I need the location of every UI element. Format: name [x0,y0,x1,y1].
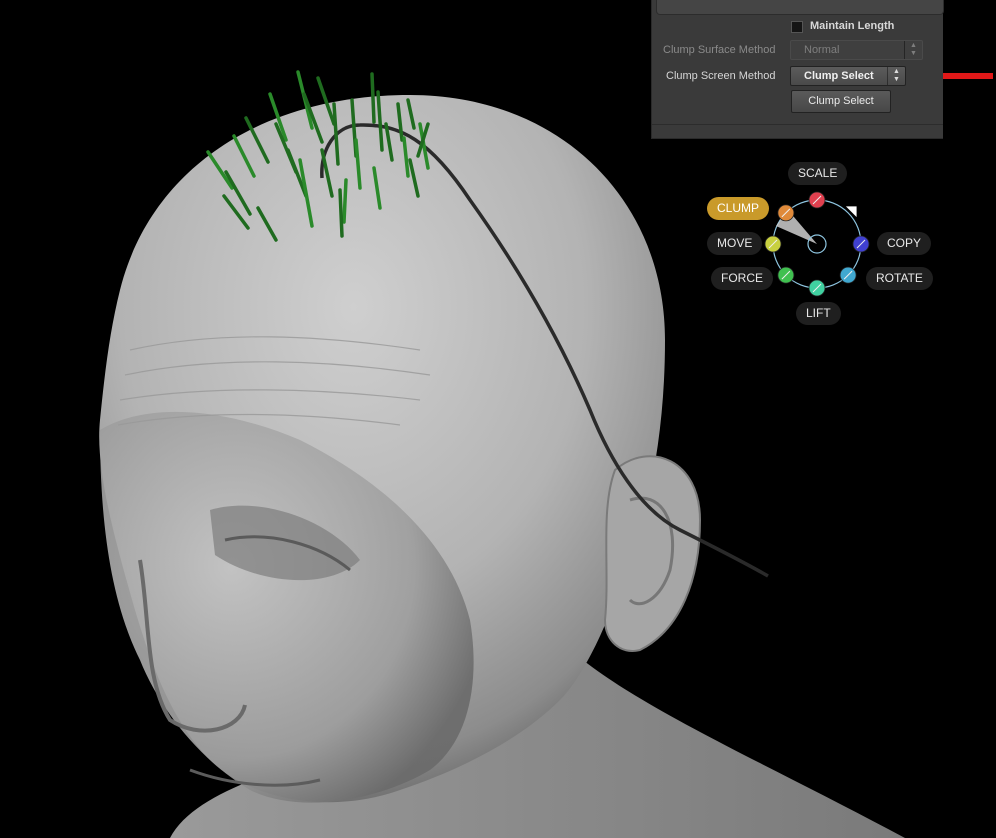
radial-label-rotate[interactable]: ROTATE [866,267,933,290]
parameter-panel: Maintain Length Clump Surface Method Nor… [651,0,944,139]
radial-label-copy[interactable]: COPY [877,232,932,255]
radial-label-clump[interactable]: CLUMP [707,197,770,220]
radial-tool-menu [764,191,870,297]
panel-top-strip [656,0,944,15]
hair-strand[interactable] [370,72,376,124]
clump-screen-method-dropdown[interactable]: Clump Select ▲ ▼ [790,66,906,86]
hair-strand[interactable] [342,178,348,224]
clump-screen-method-label: Clump Screen Method [666,70,776,82]
maintain-length-checkbox[interactable] [791,21,803,33]
maintain-length-label: Maintain Length [810,20,895,32]
radial-label-force[interactable]: FORCE [711,267,773,290]
clump-surface-method-label: Clump Surface Method [663,44,776,56]
clump-surface-method-dropdown[interactable]: Normal ▲ ▼ [790,40,923,60]
clump-select-button[interactable]: Clump Select [791,90,891,113]
clump-surface-method-value: Normal [804,44,840,56]
radial-label-scale[interactable]: SCALE [788,162,848,185]
radial-label-move[interactable]: MOVE [707,232,763,255]
hair-strand[interactable] [338,188,344,238]
dropdown-arrows-icon: ▲ ▼ [904,41,922,59]
dropdown-arrows-icon: ▲ ▼ [887,67,905,85]
ear [603,455,702,652]
radial-label-lift[interactable]: LIFT [796,302,841,325]
clump-screen-method-value: Clump Select [804,70,874,82]
panel-divider [652,124,943,125]
